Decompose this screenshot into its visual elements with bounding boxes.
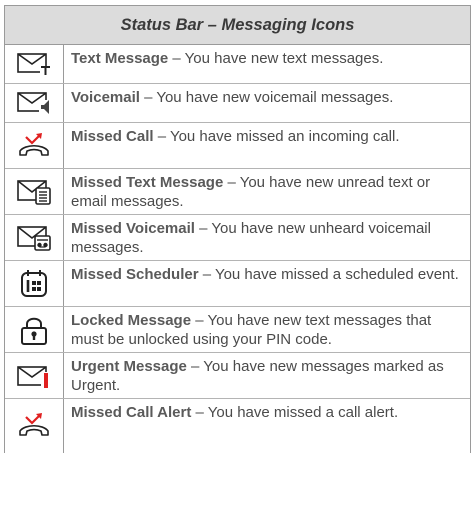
table-row: Locked Message – You have new text messa… [5,307,470,353]
missed-scheduler-icon [5,261,64,306]
separator: – [198,266,215,283]
description: You have missed a call alert. [207,404,399,421]
term: Missed Scheduler [71,266,199,283]
table-row: Missed Call Alert – You have missed a ca… [5,399,470,453]
separator: – [191,404,208,421]
separator: – [194,220,212,237]
separator: – [139,89,157,106]
separator: – [223,174,240,191]
voicemail-icon [5,84,64,122]
separator: – [186,358,204,375]
row-text: Missed Call Alert – You have missed a ca… [64,399,470,453]
row-text: Missed Call – You have missed an incomin… [64,123,470,168]
messaging-icons-table: Status Bar – Messaging Icons Text Messag… [4,5,471,453]
missed-call-icon [5,123,64,168]
missed-text-message-icon [5,169,64,214]
locked-message-icon [5,307,64,352]
description: You have new voicemail messages. [156,89,394,106]
row-text: Missed Text Message – You have new unrea… [64,169,470,214]
description: You have missed an incoming call. [169,128,400,145]
row-text: Voicemail – You have new voicemail messa… [64,84,470,122]
row-text: Locked Message – You have new text messa… [64,307,470,352]
term: Urgent Message [71,358,187,375]
term: Missed Call [71,128,154,145]
term: Missed Text Message [71,174,224,191]
term: Voicemail [71,89,140,106]
row-text: Missed Voicemail – You have new unheard … [64,215,470,260]
table-row: Missed Text Message – You have new unrea… [5,169,470,215]
term: Text Message [71,50,169,67]
table-title: Status Bar – Messaging Icons [5,6,470,45]
missed-call-alert-icon [5,399,64,453]
table-row: Voicemail – You have new voicemail messa… [5,84,470,123]
term: Locked Message [71,312,192,329]
separator: – [191,312,208,329]
description: You have new text messages. [184,50,384,67]
urgent-message-icon [5,353,64,398]
text-message-icon [5,45,64,83]
table-row: Missed Call – You have missed an incomin… [5,123,470,169]
description: You have missed a scheduled event. [214,266,459,283]
term: Missed Call Alert [71,404,192,421]
table-row: Missed Voicemail – You have new unheard … [5,215,470,261]
row-text: Missed Scheduler – You have missed a sch… [64,261,470,306]
term: Missed Voicemail [71,220,195,237]
row-text: Text Message – You have new text message… [64,45,470,83]
table-row: Text Message – You have new text message… [5,45,470,84]
row-text: Urgent Message – You have new messages m… [64,353,470,398]
separator: – [168,50,185,67]
table-row: Missed Scheduler – You have missed a sch… [5,261,470,307]
table-row: Urgent Message – You have new messages m… [5,353,470,399]
missed-voicemail-icon [5,215,64,260]
separator: – [153,128,170,145]
